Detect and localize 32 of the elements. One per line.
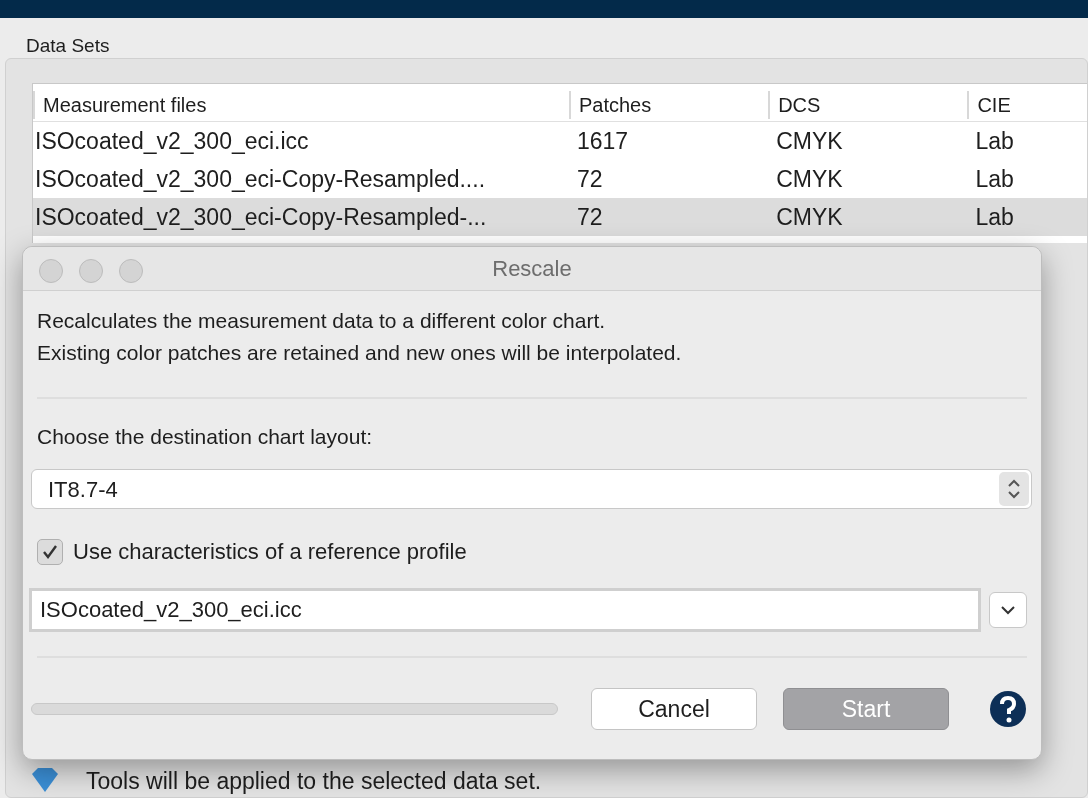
stepper-icon [999,472,1029,506]
description-text: Existing color patches are retained and new ones will be interpolated. [37,340,683,366]
table-cell-text: 72 [575,202,604,232]
table-cell-text: CMYK [775,202,844,232]
table-cell-text: ISOcoated_v2_300_eci-Copy-Resampled-... [34,202,488,232]
chevron-down-icon [1000,605,1016,615]
table-cell-text: Lab [974,164,1015,194]
reference-field[interactable]: ISOcoated_v2_300_eci.icc [29,588,981,632]
table-cell-text: ISOcoated_v2_300_eci-Copy-Resampled.... [34,164,487,194]
table-cell-text: 1617 [575,126,630,156]
help-icon[interactable] [989,690,1027,728]
dropdown-button[interactable] [989,592,1027,628]
checkbox[interactable] [37,538,63,565]
table-cell-text: CMYK [775,126,844,156]
dialog-title: Rescale [492,255,572,283]
layout-select[interactable]: IT8.7-4 [31,469,1032,509]
column-header[interactable]: CIE [967,91,1087,119]
description-text: Recalculates the measurement data to a different color chart. [37,308,607,334]
table-cell-text: CMYK [775,164,844,194]
field-label: Choose the destination chart layout: [37,424,374,450]
column-header[interactable]: Patches [568,91,769,119]
table-cell-text: ISOcoated_v2_300_eci.icc [34,126,310,156]
checkbox-label: Use characteristics of a reference profile [73,538,467,566]
panel-title: Data Sets [25,34,111,56]
cancel-button[interactable]: Cancel [591,688,757,730]
column-header[interactable]: Measurement files [33,91,569,119]
info-text: Tools will be applied to the selected data set. [86,767,542,796]
table-cell-text: Lab [974,126,1015,156]
table-cell-text: Lab [974,202,1015,232]
table-row[interactable]: ISOcoated_v2_300_eci-Copy-Resampled-... 72 CMYK Lab [33,198,1087,236]
table-cell-text: 72 [575,164,604,194]
column-header[interactable]: DCS [768,91,968,119]
